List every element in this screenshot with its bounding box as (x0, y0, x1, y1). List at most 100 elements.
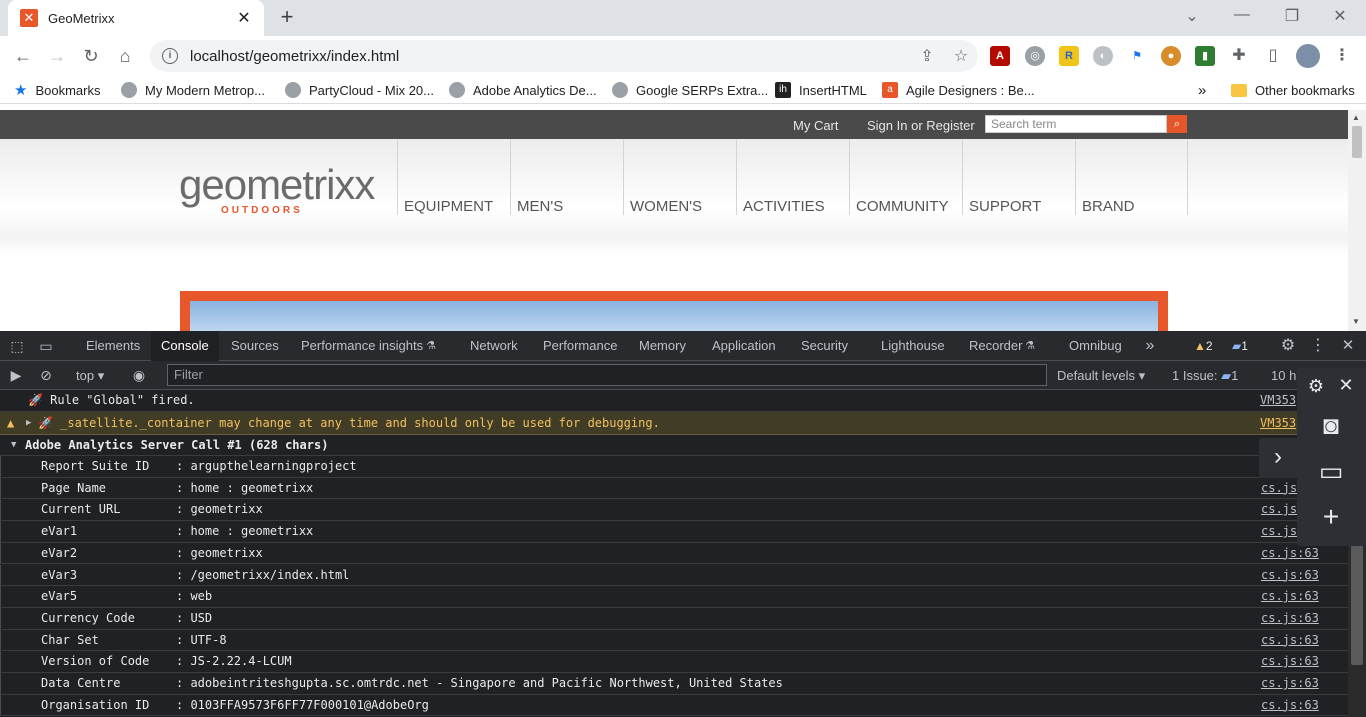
source-link[interactable]: cs.js:63 (1261, 651, 1319, 672)
browser-tab[interactable]: ✕ GeoMetrixx ✕ (8, 0, 264, 36)
scroll-down-icon[interactable]: ▼ (1352, 317, 1360, 326)
hero-banner[interactable] (180, 291, 1168, 331)
close-window-button[interactable]: ✕ (1320, 6, 1360, 26)
source-link[interactable]: cs.js:63 (1261, 673, 1319, 694)
device-toolbar-icon[interactable]: ▭ (37, 337, 55, 355)
tab-security[interactable]: Security (791, 331, 858, 361)
bookmark-item[interactable]: a Agile Designers : Be... (882, 80, 1035, 100)
bookmark-item[interactable]: My Modern Metrop... (121, 80, 265, 100)
tab-memory[interactable]: Memory (629, 331, 696, 361)
nav-activities[interactable]: ACTIVITIES (736, 139, 849, 215)
page-scrollbar[interactable]: ▲ ▼ (1348, 110, 1366, 331)
more-tabs-button[interactable]: » (1141, 337, 1159, 355)
scrollbar-thumb[interactable] (1351, 540, 1363, 665)
url-text[interactable]: localhost/geometrixx/index.html (190, 48, 910, 65)
nav-support[interactable]: SUPPORT (962, 139, 1075, 215)
side-panel-icon[interactable]: ▯ (1263, 46, 1283, 66)
messages-badge[interactable]: ▰1 (1228, 338, 1252, 354)
geometrixx-logo[interactable]: geometrixx OUTDOORS (179, 164, 375, 217)
bookmark-item[interactable]: Adobe Analytics De... (449, 80, 597, 100)
more-bookmarks-button[interactable]: » (1198, 80, 1206, 100)
nav-brand[interactable]: BRAND (1075, 139, 1188, 215)
tab-elements[interactable]: Elements (76, 331, 150, 361)
my-cart-link[interactable]: My Cart (793, 118, 839, 133)
tab-omnibug[interactable]: Omnibug (1059, 331, 1132, 361)
source-link[interactable]: cs.js:63 (1261, 630, 1319, 651)
expand-arrow-icon[interactable]: ▶ (26, 412, 31, 434)
bookmark-item[interactable]: Google SERPs Extra... (612, 80, 768, 100)
source-link[interactable]: cs.js (1261, 521, 1297, 542)
bookmark-item[interactable]: PartyCloud - Mix 20... (285, 80, 434, 100)
nav-equipment[interactable]: EQUIPMENT (397, 139, 510, 215)
log-levels-dropdown[interactable]: Default levels ▾ (1057, 368, 1145, 384)
context-selector[interactable]: top ▾ (76, 368, 104, 384)
r-extension-icon[interactable]: R (1059, 46, 1079, 66)
nav-womens[interactable]: WOMEN'S (623, 139, 736, 215)
tab-performance[interactable]: Performance (533, 331, 627, 361)
tab-console[interactable]: Console (151, 331, 219, 361)
source-link[interactable]: cs.js (1261, 478, 1297, 499)
bookmark-star-icon[interactable]: ☆ (944, 46, 978, 66)
chart-extension-icon[interactable]: ▮ (1195, 46, 1215, 66)
site-search-button[interactable]: ⌕ (1167, 115, 1187, 133)
source-link[interactable]: cs.js:63 (1261, 586, 1319, 607)
live-expression-eye-icon[interactable]: ◉ (130, 366, 148, 384)
source-link[interactable]: cs.js:63 (1261, 695, 1319, 716)
clear-console-icon[interactable]: ⊘ (37, 366, 55, 384)
scroll-up-icon[interactable]: ▲ (1352, 113, 1360, 122)
address-bar[interactable]: i localhost/geometrixx/index.html ⇪ ☆ (150, 40, 978, 72)
source-link[interactable]: cs.js:63 (1261, 608, 1319, 629)
adobe-extension-icon[interactable]: A (990, 46, 1010, 66)
source-link[interactable]: cs.js (1261, 499, 1297, 520)
collapse-arrow-icon[interactable]: ▼ (11, 435, 16, 455)
close-devtools-icon[interactable]: ✕ (1339, 337, 1357, 355)
inspect-element-icon[interactable]: ⬚ (8, 337, 26, 355)
sidebar-toggle-icon[interactable]: ▶ (7, 366, 25, 384)
sign-in-link[interactable]: Sign In or Register (867, 118, 975, 133)
devtools-menu-icon[interactable]: ⋮ (1309, 337, 1327, 355)
collapse-capture-panel-button[interactable]: › (1259, 438, 1297, 478)
source-link[interactable]: VM353 (1260, 390, 1296, 411)
bookmark-item[interactable]: ★ Bookmarks (14, 80, 100, 100)
extensions-puzzle-icon[interactable]: ✚ (1229, 46, 1249, 66)
restore-button[interactable]: ❐ (1272, 6, 1312, 26)
issues-button[interactable]: 1 Issue: ▰1 (1172, 368, 1238, 384)
add-icon[interactable]: + (1315, 501, 1347, 533)
warnings-badge[interactable]: ▲2 (1190, 338, 1217, 354)
settings-gear-icon[interactable]: ⚙ (1279, 337, 1297, 355)
forward-button[interactable]: → (45, 44, 69, 68)
nav-community[interactable]: COMMUNITY (849, 139, 962, 215)
close-capture-icon[interactable]: ✕ (1335, 375, 1357, 396)
minimize-button[interactable]: — (1222, 6, 1262, 24)
scrollbar-thumb[interactable] (1352, 126, 1362, 158)
console-warning-row[interactable]: ▲ ▶ 🚀 _satellite._container may change a… (0, 412, 1348, 435)
extension-circle-icon[interactable]: ◎ (1025, 46, 1045, 66)
tab-sources[interactable]: Sources (221, 331, 289, 361)
source-link[interactable]: VM353 (1260, 412, 1296, 434)
console-group-header[interactable]: ▼ Adobe Analytics Server Call #1 (628 ch… (0, 435, 1348, 456)
video-record-icon[interactable]: ▭ (1313, 456, 1349, 487)
home-button[interactable]: ⌂ (113, 44, 137, 68)
capture-settings-gear-icon[interactable]: ⚙ (1305, 376, 1327, 397)
chrome-menu-icon[interactable]: ⋮ (1332, 46, 1352, 66)
share-icon[interactable]: ⇪ (910, 46, 944, 66)
profile-avatar[interactable] (1296, 44, 1320, 68)
source-link[interactable]: cs.js:63 (1261, 565, 1319, 586)
tab-lighthouse[interactable]: Lighthouse (871, 331, 955, 361)
tab-search-icon[interactable]: ⌄ (1172, 6, 1212, 26)
site-info-icon[interactable]: i (162, 48, 178, 64)
nav-mens[interactable]: MEN'S (510, 139, 623, 215)
extension-grey-icon[interactable]: ◐ (1093, 46, 1113, 66)
site-search-input[interactable]: Search term (985, 115, 1167, 133)
reload-button[interactable]: ↻ (79, 44, 103, 68)
tab-performance-insights[interactable]: Performance insights (291, 331, 433, 361)
close-tab-icon[interactable]: ✕ (236, 8, 252, 28)
back-button[interactable]: ← (11, 44, 35, 68)
tag-assistant-icon[interactable]: ⚑ (1127, 46, 1147, 66)
tab-application[interactable]: Application (702, 331, 786, 361)
new-tab-button[interactable]: + (273, 4, 301, 32)
console-filter-input[interactable]: Filter (167, 364, 1047, 386)
bookmark-item[interactable]: ih InsertHTML (775, 80, 867, 100)
tab-network[interactable]: Network (460, 331, 528, 361)
other-bookmarks-folder[interactable]: Other bookmarks (1231, 80, 1355, 100)
